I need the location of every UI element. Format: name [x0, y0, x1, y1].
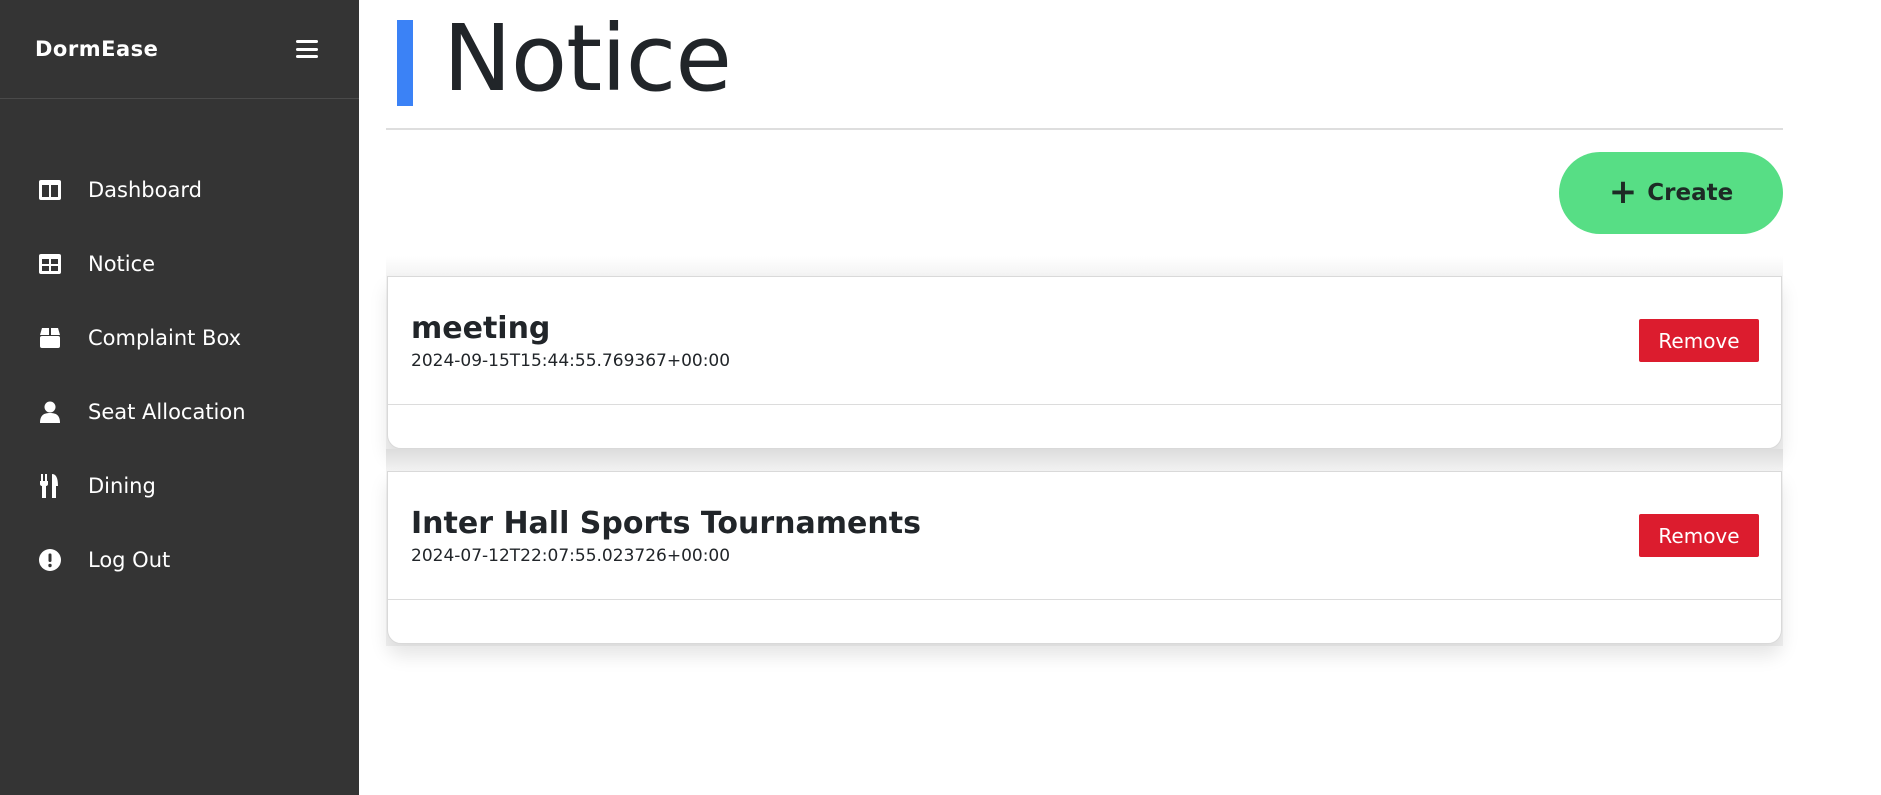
utensils-icon — [38, 474, 62, 498]
box-icon — [38, 326, 62, 350]
remove-button[interactable]: Remove — [1639, 319, 1759, 362]
sidebar-item-label: Log Out — [88, 548, 171, 572]
notice-date: 2024-07-12T22:07:55.023726+00:00 — [411, 545, 731, 566]
notice-title: Inter Hall Sports Tournaments — [411, 505, 921, 541]
notice-card: meeting 2024-09-15T15:44:55.769367+00:00… — [387, 276, 1782, 449]
toolbar: + Create — [386, 130, 1783, 256]
page-header: Notice — [386, 0, 1783, 130]
sidebar-item-dining[interactable]: Dining — [0, 449, 359, 523]
title-accent-bar — [397, 20, 413, 106]
notice-card: Inter Hall Sports Tournaments 2024-07-12… — [387, 471, 1782, 644]
sidebar-item-seat-allocation[interactable]: Seat Allocation — [0, 375, 359, 449]
sidebar-item-label: Complaint Box — [88, 326, 242, 350]
dashboard-icon — [38, 178, 62, 202]
user-icon — [38, 400, 62, 424]
notice-title: meeting — [411, 310, 551, 346]
notice-card-footer — [388, 405, 1781, 448]
sidebar-nav: Dashboard Notice Complaint Box Seat Allo… — [0, 153, 359, 597]
create-button-label: Create — [1647, 180, 1734, 206]
list-divider — [386, 449, 1783, 471]
sidebar-item-log-out[interactable]: Log Out — [0, 523, 359, 597]
list-spacer — [386, 256, 1783, 276]
sidebar-item-label: Notice — [88, 252, 156, 276]
sidebar-item-label: Dining — [88, 474, 156, 498]
sidebar-item-complaint-box[interactable]: Complaint Box — [0, 301, 359, 375]
main-content: Notice + Create meeting 2024-09-15T15:44… — [386, 0, 1783, 646]
sidebar: DormEase Dashboard Notice Complaint Box — [0, 0, 359, 795]
notice-info: meeting 2024-09-15T15:44:55.769367+00:00 — [411, 311, 730, 371]
remove-button[interactable]: Remove — [1639, 514, 1759, 557]
sidebar-item-dashboard[interactable]: Dashboard — [0, 153, 359, 227]
sidebar-header: DormEase — [0, 0, 359, 99]
hamburger-icon[interactable] — [296, 40, 318, 58]
list-item: Inter Hall Sports Tournaments 2024-07-12… — [386, 471, 1783, 644]
notice-card-footer — [388, 600, 1781, 643]
notice-card-body: meeting 2024-09-15T15:44:55.769367+00:00… — [388, 277, 1781, 405]
list-item: meeting 2024-09-15T15:44:55.769367+00:00… — [386, 276, 1783, 449]
sidebar-item-label: Dashboard — [88, 178, 202, 202]
notice-card-body: Inter Hall Sports Tournaments 2024-07-12… — [388, 472, 1781, 600]
page-title: Notice — [443, 4, 732, 112]
exclamation-circle-icon — [38, 548, 62, 572]
notice-info: Inter Hall Sports Tournaments 2024-07-12… — [411, 506, 921, 566]
sidebar-item-notice[interactable]: Notice — [0, 227, 359, 301]
notice-list: meeting 2024-09-15T15:44:55.769367+00:00… — [386, 256, 1783, 646]
table-icon — [38, 252, 62, 276]
brand-logo[interactable]: DormEase — [35, 37, 158, 61]
sidebar-item-label: Seat Allocation — [88, 400, 246, 424]
create-button[interactable]: + Create — [1559, 152, 1783, 234]
notice-date: 2024-09-15T15:44:55.769367+00:00 — [411, 350, 731, 371]
plus-icon: + — [1608, 171, 1638, 212]
